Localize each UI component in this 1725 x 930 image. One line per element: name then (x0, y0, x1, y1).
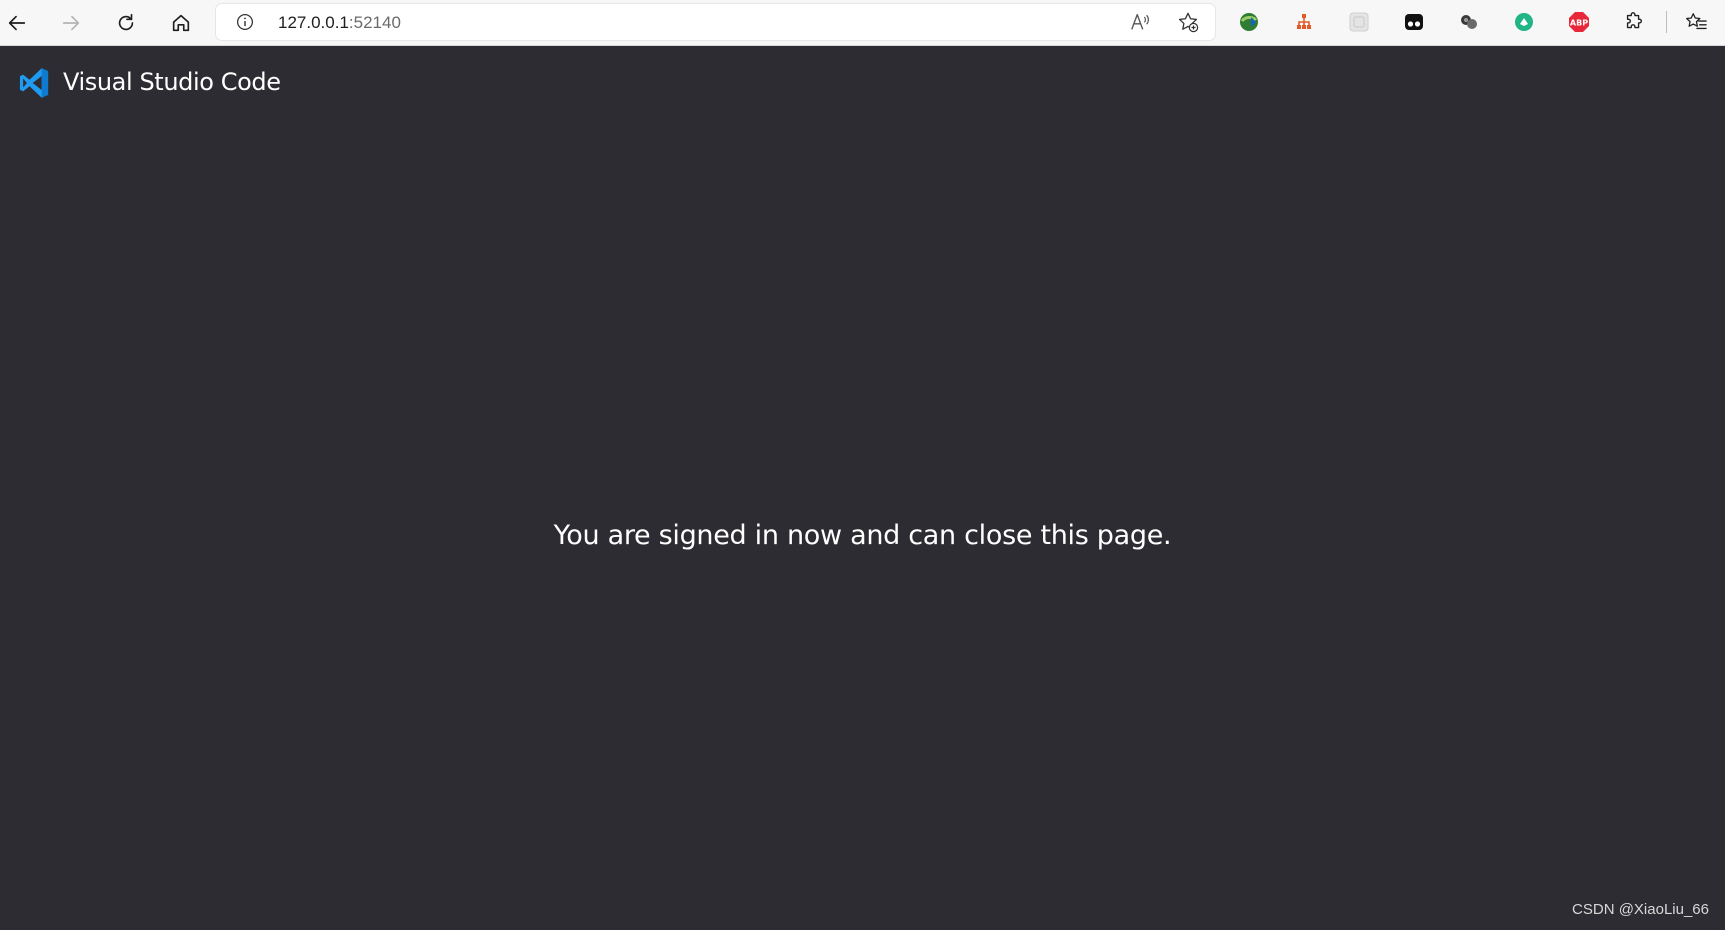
extension-red-tree-icon[interactable] (1293, 11, 1315, 33)
address-host: 127.0.0.1 (278, 13, 349, 32)
address-port: :52140 (348, 13, 401, 32)
extensions-icon[interactable] (1623, 11, 1645, 33)
watermark: CSDN @XiaoLiu_66 (1572, 901, 1709, 918)
extension-black-icon[interactable] (1403, 11, 1425, 33)
extension-green-icon[interactable] (1513, 11, 1535, 33)
extension-dots-icon[interactable] (1458, 11, 1480, 33)
brand-title: Visual Studio Code (63, 68, 281, 96)
adblock-plus-icon[interactable]: ABP (1568, 11, 1590, 33)
vscode-logo-icon (19, 68, 49, 98)
browser-toolbar: 127.0.0.1:52140 ABP (0, 0, 1725, 46)
refresh-icon (118, 13, 134, 31)
extension-grey-icon[interactable] (1348, 11, 1370, 33)
home-button[interactable] (164, 6, 198, 40)
add-favorite-icon[interactable] (1177, 11, 1199, 33)
back-button[interactable] (0, 6, 34, 40)
forward-button[interactable] (54, 6, 88, 40)
address-bar[interactable]: 127.0.0.1:52140 (216, 4, 1215, 40)
idm-extension-icon[interactable] (1238, 11, 1260, 33)
home-icon (172, 14, 190, 32)
info-icon[interactable] (236, 13, 254, 31)
refresh-button[interactable] (109, 6, 143, 40)
forward-arrow-icon (62, 15, 80, 31)
read-aloud-icon[interactable] (1129, 11, 1151, 33)
toolbar-separator (1666, 11, 1667, 33)
signed-in-message: You are signed in now and can close this… (553, 520, 1172, 551)
back-arrow-icon (8, 15, 26, 31)
address-url[interactable]: 127.0.0.1:52140 (278, 13, 401, 33)
favorites-icon[interactable] (1685, 11, 1707, 33)
adblock-plus-label: ABP (1570, 19, 1588, 28)
